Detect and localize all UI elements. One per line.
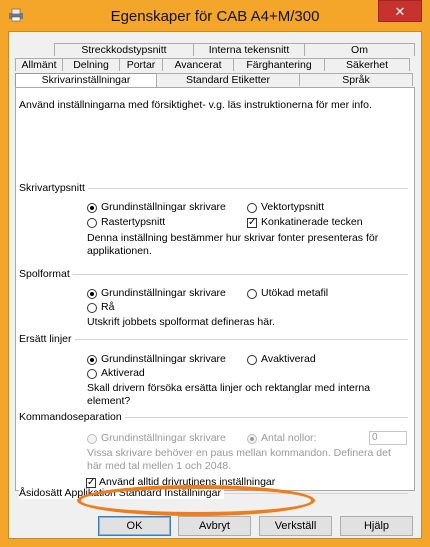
intro-text: Använd inställningarna med försiktighet-… [19,99,372,111]
radio-label: Avaktiverad [261,353,316,365]
tab-skrivarinstallningar[interactable]: Skrivarinställningar [15,73,157,88]
radio-ra[interactable] [87,303,97,313]
tab-panel-skrivarinstallningar: Använd inställningarna med försiktighet-… [15,87,415,499]
close-button[interactable]: ✕ [378,0,422,22]
tab-streckkodstypsnitt[interactable]: Streckkodstypsnitt [54,43,194,56]
tab-row-2: Allmänt Delning Portar Avancerat Färghan… [15,58,410,71]
radio-antal-nollor[interactable] [247,434,257,444]
tab-sprak[interactable]: Språk [299,73,413,86]
help-button[interactable]: Hjälp [340,516,413,536]
properties-window: Egenskaper för CAB A4+M/300 ✕ Streckkods… [0,0,430,547]
radio-label: Grundinställningar skrivare [101,201,226,213]
radio-label: Aktiverad [101,367,145,379]
radio-label: Utökad metafil [261,287,329,299]
title-bar[interactable]: Egenskaper för CAB A4+M/300 ✕ [0,0,430,30]
highlight-circle [77,485,315,516]
radio-avaktiverad[interactable] [247,355,257,365]
radio-aktiverad[interactable] [87,369,97,379]
tab-sakerhet[interactable]: Säkerhet [324,58,410,71]
tab-row-3: Skrivarinställningar Standard Etiketter … [15,73,413,88]
tab-portar[interactable]: Portar [119,58,163,71]
dialog-client-area: Streckkodstypsnitt Interna tekensnitt Om… [8,31,422,539]
checkbox-anvand-alltid-drivrutinens[interactable]: ✓ [86,478,96,488]
group-divider [19,274,408,275]
group-label-ersatt-linjer: Ersätt linjer [19,333,75,345]
radio-label: Grundinställningar skrivare [101,353,226,365]
window-title: Egenskaper för CAB A4+M/300 [110,8,320,25]
antal-nollor-input[interactable]: 0 [369,431,407,445]
cancel-button[interactable]: Avbryt [178,516,251,536]
radio-typsnitt-default[interactable] [87,203,97,213]
ok-button[interactable]: OK [98,516,171,536]
tab-delning[interactable]: Delning [62,58,120,71]
group-divider [19,339,408,340]
radio-kommando-default[interactable] [87,434,97,444]
radio-spol-default[interactable] [87,289,97,299]
radio-ersatt-default[interactable] [87,355,97,365]
radio-label: Rastertypsnitt [101,216,166,228]
radio-label: Antal nollor: [261,432,317,444]
radio-label: Grundinställningar skrivare [101,432,226,444]
tab-row-1: Streckkodstypsnitt Interna tekensnitt Om [54,43,415,56]
group-label-skrivartypsnitt: Skrivartypsnitt [19,182,88,194]
radio-label: Grundinställningar skrivare [101,287,226,299]
checkbox-konkatinerade-tecken[interactable]: ✓ [247,218,257,228]
tab-standard-etiketter[interactable]: Standard Etiketter [156,73,300,86]
tab-fargehantering[interactable]: Färghantering [233,58,325,71]
radio-label: Vektortypsnitt [261,201,325,213]
tab-allmant[interactable]: Allmänt [15,58,63,71]
checkbox-label: Konkatinerade tecken [261,216,363,228]
group-label-spolformat: Spolformat [19,268,73,280]
description-text: Denna inställning bestämmer hur skrivar … [87,232,379,257]
radio-rastertypsnitt[interactable] [87,218,97,228]
apply-button[interactable]: Verkställ [259,516,332,536]
tab-interna-tekensnitt[interactable]: Interna tekensnitt [193,43,305,56]
group-label-kommandoseparation: Kommandoseparation [19,411,125,423]
description-text: Vissa skrivare behöver en paus mellan ko… [87,447,391,472]
radio-utokad-metafil[interactable] [247,289,257,299]
radio-vektortypsnitt[interactable] [247,203,257,213]
radio-label: Rå [101,301,115,313]
description-text: Skall drivern försöka ersätta linjer och… [87,382,371,407]
tab-om[interactable]: Om [304,43,415,56]
tab-avancerat[interactable]: Avancerat [162,58,234,71]
description-text: Utskrift jobbets spolformat defineras hä… [87,316,275,328]
